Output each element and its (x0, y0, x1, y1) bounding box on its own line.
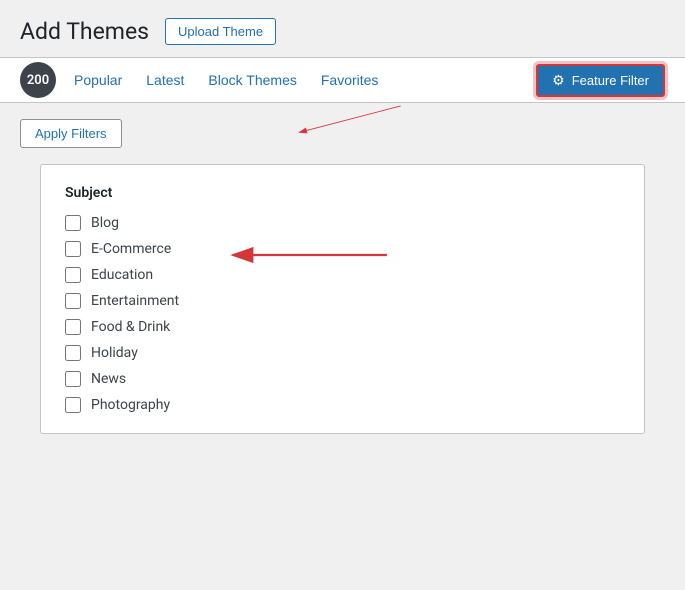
checkbox-item: Education (65, 267, 620, 283)
filter-area-wrapper: Subject Blog E-Commerce Education Entertain… (20, 164, 665, 434)
page-wrapper: Add Themes Upload Theme 200 Popular Late… (0, 0, 685, 590)
checkbox-entertainment[interactable] (65, 293, 81, 309)
feature-filter-button[interactable]: ⚙ Feature Filter (536, 64, 665, 97)
checkbox-label[interactable]: Food & Drink (91, 319, 170, 335)
filter-section-title: Subject (65, 185, 620, 201)
checkbox-label[interactable]: E-Commerce (91, 241, 171, 257)
checkbox-blog[interactable] (65, 215, 81, 231)
theme-count-badge: 200 (20, 62, 56, 98)
checkbox-photography[interactable] (65, 397, 81, 413)
checkbox-e-commerce[interactable] (65, 241, 81, 257)
feature-filter-label: Feature Filter (572, 73, 649, 88)
checkbox-holiday[interactable] (65, 345, 81, 361)
annotation-area: Apply Filters (0, 103, 685, 156)
tab-popular[interactable]: Popular (64, 66, 132, 94)
nav-bar: 200 Popular Latest Block Themes Favorite… (0, 57, 685, 103)
checkbox-item: E-Commerce (65, 241, 620, 257)
checkbox-item: Photography (65, 397, 620, 413)
tab-latest[interactable]: Latest (136, 66, 194, 94)
page-header: Add Themes Upload Theme (0, 0, 685, 57)
checkbox-label[interactable]: Blog (91, 215, 119, 231)
checkbox-item: Blog (65, 215, 620, 231)
checkbox-label[interactable]: Photography (91, 397, 170, 413)
checkbox-food-&-drink[interactable] (65, 319, 81, 335)
checkbox-item: Entertainment (65, 293, 620, 309)
tab-favorites[interactable]: Favorites (311, 66, 389, 94)
checkbox-item: Holiday (65, 345, 620, 361)
checkbox-label[interactable]: Holiday (91, 345, 138, 361)
apply-filters-button[interactable]: Apply Filters (20, 119, 122, 148)
nav-tabs: Popular Latest Block Themes Favorites (64, 66, 536, 94)
checkbox-label[interactable]: News (91, 371, 126, 387)
checkbox-item: Food & Drink (65, 319, 620, 335)
checkbox-news[interactable] (65, 371, 81, 387)
checkbox-education[interactable] (65, 267, 81, 283)
checkbox-item: News (65, 371, 620, 387)
gear-icon: ⚙ (552, 72, 565, 89)
checkbox-label[interactable]: Education (91, 267, 153, 283)
upload-theme-button[interactable]: Upload Theme (165, 18, 276, 45)
tab-block-themes[interactable]: Block Themes (198, 66, 306, 94)
filter-section: Subject Blog E-Commerce Education Entertain… (40, 164, 645, 434)
page-title: Add Themes (20, 18, 149, 45)
checkbox-label[interactable]: Entertainment (91, 293, 179, 309)
checkbox-list: Blog E-Commerce Education Entertainment Food… (65, 215, 620, 413)
